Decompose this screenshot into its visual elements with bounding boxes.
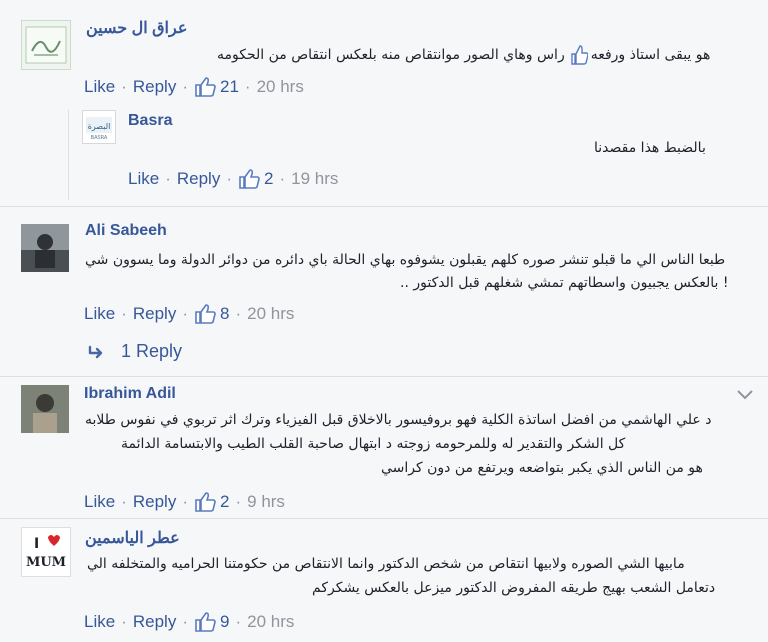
like-count[interactable]: 9: [220, 612, 229, 632]
timestamp[interactable]: 9 hrs: [247, 492, 285, 512]
thumbs-up-emoji-icon: [571, 45, 588, 65]
reply-arrow-icon: [88, 345, 103, 358]
like-count[interactable]: 2: [220, 492, 229, 512]
logo-text: البصرة: [88, 122, 111, 131]
comment-author[interactable]: Basra: [128, 112, 172, 130]
comment-text-line: هو من الناس الذي يكبر بتواضعه ويرتفع من …: [381, 460, 703, 476]
like-count-icon[interactable]: [194, 303, 216, 325]
timestamp[interactable]: 20 hrs: [247, 304, 294, 324]
avatar[interactable]: [21, 385, 69, 433]
comment-actions: Like · Reply · 9 · 20 hrs: [84, 611, 294, 633]
timestamp[interactable]: 20 hrs: [257, 77, 304, 97]
comment-divider: [0, 376, 768, 377]
like-button[interactable]: Like: [84, 304, 115, 324]
separator-dot: ·: [121, 612, 127, 631]
comment-text-line: ! بالعكس يجبيون واسطاتهم تمشي شغلهم قبل …: [400, 275, 729, 291]
chevron-down-icon[interactable]: [735, 388, 755, 402]
like-count-icon[interactable]: [194, 76, 216, 98]
like-button[interactable]: Like: [84, 492, 115, 512]
separator-dot: ·: [121, 304, 127, 323]
comment-author[interactable]: Ibrahim Adil: [84, 385, 176, 403]
separator-dot: ·: [121, 492, 127, 511]
like-button[interactable]: Like: [84, 77, 115, 97]
basra-logo-image: البصرة BASRA: [86, 117, 112, 141]
comment-text: هو يبقى استاذ ورفعه راس وهاي الصور موانت…: [217, 44, 710, 66]
avatar-letter: I: [34, 536, 39, 552]
heart-icon: [48, 535, 60, 546]
comment-text-part: هو يبقى استاذ ورفعه: [590, 47, 711, 63]
comment-text-line: مابيها الشي الصوره ولابيها انتقاص من شخص…: [87, 556, 685, 572]
comment-author[interactable]: عراق ال حسين: [86, 18, 187, 38]
comment-actions: Like · Reply · 2 · 9 hrs: [84, 491, 285, 513]
separator-dot: ·: [165, 169, 171, 188]
like-button[interactable]: Like: [128, 169, 159, 189]
comment-author[interactable]: عطر الياسمين: [85, 528, 180, 548]
reply-button[interactable]: Reply: [133, 304, 176, 324]
separator-dot: ·: [279, 169, 286, 188]
like-button[interactable]: Like: [84, 612, 115, 632]
comment-text-line: د علي الهاشمي من افضل اساتذة الكلية فهو …: [85, 412, 712, 428]
separator-dot: ·: [244, 77, 251, 96]
avatar[interactable]: [21, 224, 69, 272]
reply-button[interactable]: Reply: [133, 612, 176, 632]
profile-photo-image: [21, 224, 69, 272]
comment-text-line: طبعا الناس الي ما قبلو تنشر صوره كلهم يق…: [85, 252, 726, 268]
comment-actions: Like · Reply · 2 · 19 hrs: [128, 168, 338, 190]
timestamp[interactable]: 20 hrs: [247, 612, 294, 632]
avatar[interactable]: [21, 20, 71, 70]
comment-author[interactable]: Ali Sabeeh: [85, 222, 167, 240]
separator-dot: ·: [226, 169, 232, 188]
like-count[interactable]: 8: [220, 304, 229, 324]
comment-text-line: دتعامل الشعب بهيج طريقه المفروض الدكتور …: [312, 580, 716, 596]
avatar[interactable]: I MUM: [21, 527, 71, 577]
avatar-word: MUM: [26, 555, 66, 570]
like-count-icon[interactable]: [194, 611, 216, 633]
comment-text-line: كل الشكر والتقدير له وللمرحومه زوجته د ا…: [121, 436, 626, 452]
separator-dot: ·: [182, 77, 188, 96]
comment-actions: Like · Reply · 21 · 20 hrs: [84, 76, 304, 98]
separator-dot: ·: [182, 492, 188, 511]
timestamp[interactable]: 19 hrs: [291, 169, 338, 189]
comment-actions: Like · Reply · 8 · 20 hrs: [84, 303, 294, 325]
view-replies-label[interactable]: 1 Reply: [121, 341, 182, 362]
like-count[interactable]: 21: [220, 77, 239, 97]
separator-dot: ·: [235, 492, 242, 511]
comment-text: بالضبط هذا مقصدنا: [594, 140, 706, 156]
avatar[interactable]: البصرة BASRA: [82, 110, 116, 144]
calligraphy-avatar-image: [25, 26, 67, 64]
comment-divider: [0, 518, 768, 519]
like-count-icon[interactable]: [238, 168, 260, 190]
separator-dot: ·: [182, 612, 188, 631]
separator-dot: ·: [235, 304, 242, 323]
separator-dot: ·: [182, 304, 188, 323]
profile-photo-image: [21, 385, 69, 433]
i-love-mum-avatar-image: I MUM: [26, 535, 66, 570]
reply-thread-line: [68, 110, 69, 200]
separator-dot: ·: [235, 612, 242, 631]
reply-button[interactable]: Reply: [133, 77, 176, 97]
like-count-icon[interactable]: [194, 491, 216, 513]
view-replies-link[interactable]: 1 Reply: [88, 341, 182, 362]
comment-divider: [0, 206, 768, 207]
comment-text-part: راس وهاي الصور موانتقاص منه بلعكس انتقاص…: [217, 47, 565, 63]
reply-button[interactable]: Reply: [177, 169, 220, 189]
like-count[interactable]: 2: [264, 169, 273, 189]
reply-button[interactable]: Reply: [133, 492, 176, 512]
separator-dot: ·: [121, 77, 127, 96]
logo-subtext: BASRA: [91, 135, 108, 141]
